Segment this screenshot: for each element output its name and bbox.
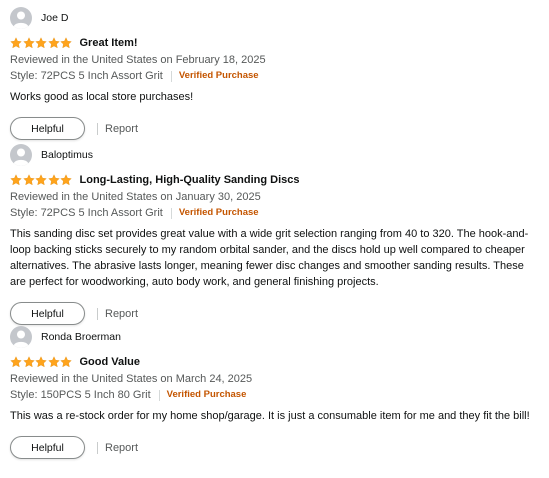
review-card: Joe D Great Item! Reviewed in the United… — [10, 7, 540, 140]
star-icon — [47, 37, 60, 49]
review-date: Reviewed in the United States on Februar… — [10, 54, 266, 66]
reviewer-profile[interactable]: Baloptimus — [10, 144, 540, 166]
avatar-icon — [10, 7, 32, 29]
reviewer-profile[interactable]: Joe D — [10, 7, 540, 29]
review-date: Reviewed in the United States on January… — [10, 191, 261, 203]
reviewer-name: Joe D — [41, 12, 69, 24]
review-body: This was a re-stock order for my home sh… — [10, 410, 530, 422]
review-style[interactable]: Style: 72PCS 5 Inch Assort Grit — [10, 206, 163, 220]
star-icon — [60, 174, 72, 186]
reviewer-name: Ronda Broerman — [41, 331, 121, 343]
review-title[interactable]: Great Item! — [80, 37, 138, 49]
report-link[interactable]: Report — [105, 123, 138, 135]
star-icon — [10, 37, 22, 49]
review-card: Ronda Broerman Good Value Reviewed in th… — [10, 326, 540, 459]
review-date: Reviewed in the United States on March 2… — [10, 373, 253, 385]
star-icon — [22, 356, 35, 368]
divider — [170, 207, 172, 219]
star-rating[interactable] — [10, 356, 73, 368]
star-icon — [60, 37, 72, 49]
star-icon — [47, 356, 60, 368]
divider — [97, 441, 98, 454]
reviews-list: Joe D Great Item! Reviewed in the United… — [0, 0, 549, 478]
review-style[interactable]: Style: 150PCS 5 Inch 80 Grit — [10, 388, 151, 402]
helpful-button[interactable]: Helpful — [10, 117, 85, 140]
review-body: This sanding disc set provides great val… — [10, 228, 529, 288]
verified-purchase-badge: Verified Purchase — [166, 389, 247, 400]
star-icon — [47, 174, 60, 186]
avatar-icon — [10, 326, 32, 348]
reviewer-profile[interactable]: Ronda Broerman — [10, 326, 540, 348]
helpful-button[interactable]: Helpful — [10, 436, 85, 459]
star-icon — [22, 37, 35, 49]
star-icon — [35, 356, 47, 368]
review-body: Works good as local store purchases! — [10, 91, 194, 103]
star-icon — [10, 356, 22, 368]
star-icon — [35, 174, 47, 186]
report-link[interactable]: Report — [105, 442, 138, 454]
verified-purchase-badge: Verified Purchase — [178, 70, 259, 81]
star-rating[interactable] — [10, 37, 73, 49]
star-icon — [60, 356, 72, 368]
reviewer-name: Baloptimus — [41, 149, 93, 161]
helpful-button[interactable]: Helpful — [10, 302, 85, 325]
divider — [97, 307, 98, 320]
star-icon — [22, 174, 35, 186]
avatar-icon — [10, 144, 32, 166]
report-link[interactable]: Report — [105, 308, 138, 320]
divider — [97, 122, 98, 135]
verified-purchase-badge: Verified Purchase — [178, 207, 259, 218]
review-style[interactable]: Style: 72PCS 5 Inch Assort Grit — [10, 69, 163, 83]
divider — [158, 389, 160, 401]
star-rating[interactable] — [10, 174, 73, 186]
star-icon — [35, 37, 47, 49]
divider — [170, 70, 172, 82]
review-title[interactable]: Good Value — [80, 356, 141, 368]
star-icon — [10, 174, 22, 186]
review-card: Baloptimus Long-Lasting, High-Quality Sa… — [10, 144, 540, 325]
review-title[interactable]: Long-Lasting, High-Quality Sanding Discs — [80, 174, 300, 186]
